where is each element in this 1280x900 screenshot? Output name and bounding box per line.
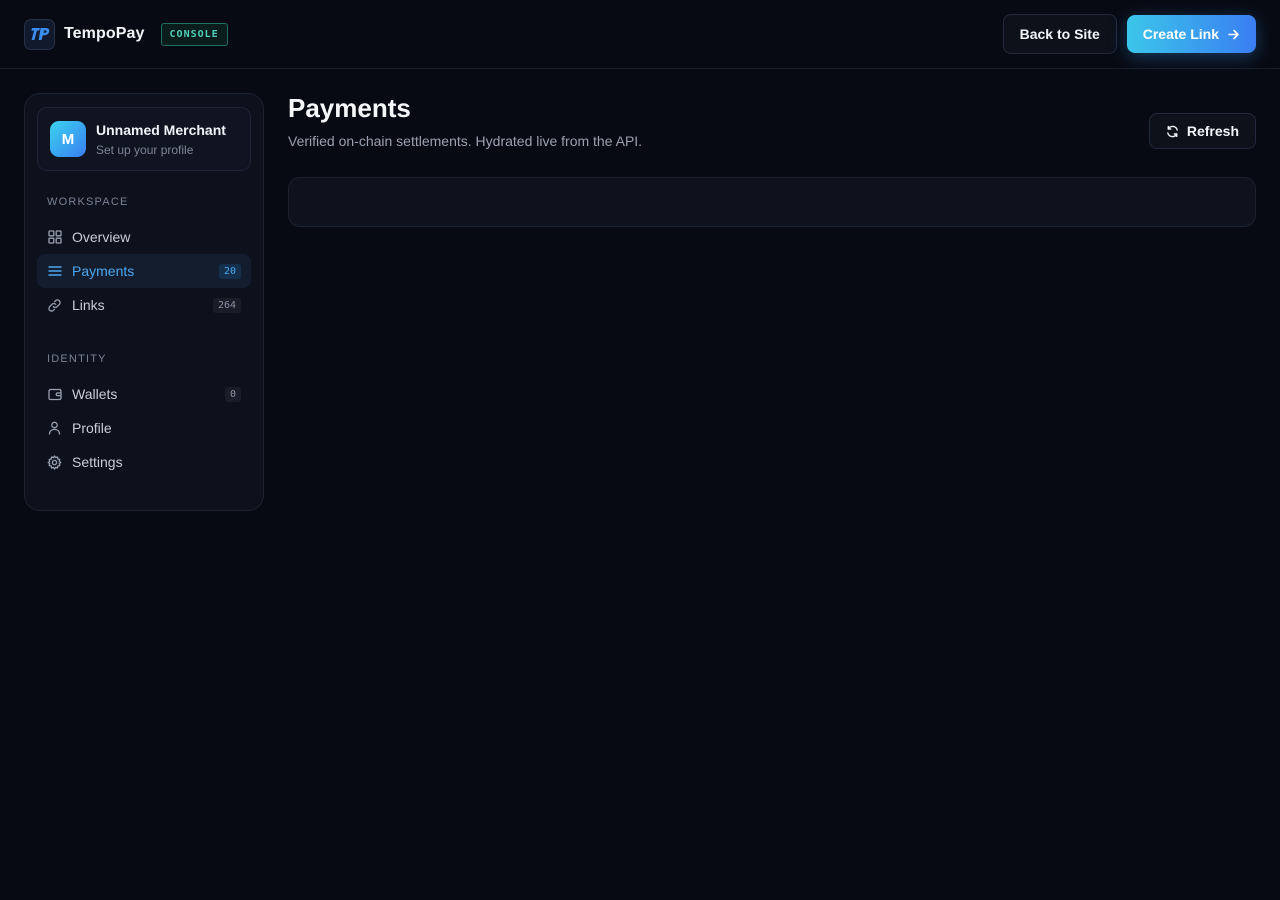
sidebar-item-label: Links: [72, 297, 105, 313]
sidebar-item-settings[interactable]: Settings: [37, 445, 251, 479]
wallet-icon: [47, 387, 62, 402]
main-content: Payments Verified on-chain settlements. …: [288, 93, 1256, 227]
page-title: Payments: [288, 93, 411, 123]
list-icon: [47, 264, 62, 279]
count-badge: 264: [212, 297, 241, 313]
refresh-icon: [1166, 125, 1179, 138]
sidebar-item-profile[interactable]: Profile: [37, 411, 251, 445]
sidebar-item-label: Profile: [72, 420, 112, 436]
merchant-text: Unnamed Merchant Set up your profile: [96, 122, 226, 157]
avatar: M: [50, 121, 86, 157]
tempopay-logo-icon[interactable]: [24, 18, 55, 50]
section-title-identity: IDENTITY: [47, 353, 107, 365]
console-badge: CONSOLE: [160, 22, 228, 46]
create-link-label: Create Link: [1142, 26, 1219, 42]
merchant-name: Unnamed Merchant: [96, 121, 226, 138]
sidebar-item-payments[interactable]: Payments 20: [37, 254, 251, 288]
count-badge: 0: [224, 386, 241, 402]
section-title-workspace: WORKSPACE: [47, 196, 129, 208]
sidebar-item-label: Payments: [72, 263, 135, 279]
merchant-subtitle: Set up your profile: [96, 142, 194, 157]
brand-name[interactable]: TempoPay: [64, 25, 145, 43]
workspace-nav: Overview Payments 20 Links 264: [37, 220, 251, 322]
top-bar: TempoPay CONSOLE Back to Site Create Lin…: [0, 0, 1280, 69]
back-to-site-label: Back to Site: [1019, 26, 1100, 42]
refresh-label: Refresh: [1186, 123, 1239, 139]
sidebar-item-label: Wallets: [72, 386, 118, 402]
sidebar-item-wallets[interactable]: Wallets 0: [37, 377, 251, 411]
refresh-button[interactable]: Refresh: [1148, 113, 1256, 149]
sidebar: M Unnamed Merchant Set up your profile W…: [24, 93, 264, 511]
gear-icon: [47, 454, 62, 470]
link-icon: [47, 298, 62, 313]
create-link-button[interactable]: Create Link: [1126, 15, 1256, 53]
sidebar-item-links[interactable]: Links 264: [37, 288, 251, 322]
payments-panel: [288, 177, 1256, 227]
arrow-right-icon: [1227, 28, 1240, 41]
page-subtitle: Verified on-chain settlements. Hydrated …: [288, 133, 643, 149]
count-badge: 20: [218, 263, 241, 279]
sidebar-item-label: Overview: [72, 229, 131, 245]
merchant-card[interactable]: M Unnamed Merchant Set up your profile: [37, 107, 251, 171]
sidebar-item-overview[interactable]: Overview: [37, 220, 251, 254]
grid-icon: [47, 230, 62, 245]
user-icon: [47, 421, 62, 436]
identity-nav: Wallets 0 Profile Settings: [37, 377, 251, 479]
back-to-site-button[interactable]: Back to Site: [1002, 14, 1117, 54]
sidebar-item-label: Settings: [72, 454, 123, 470]
